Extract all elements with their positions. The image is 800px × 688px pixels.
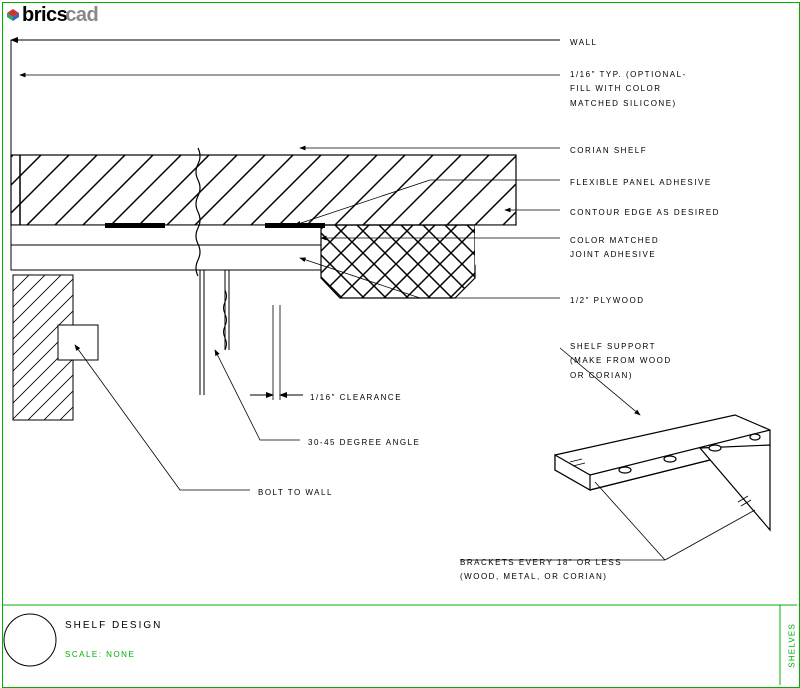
label-corian: CORIAN SHELF (570, 144, 647, 158)
label-wall: WALL (570, 36, 598, 50)
label-bolt: BOLT TO WALL (258, 486, 333, 500)
label-gap: 1/16" TYP. (OPTIONAL- FILL WITH COLOR MA… (570, 68, 687, 111)
label-angle: 30-45 DEGREE ANGLE (308, 436, 420, 450)
side-label: SHELVES (788, 623, 797, 668)
drawing-title: SHELF DESIGN (65, 620, 162, 631)
label-brackets: BRACKETS EVERY 18" OR LESS (WOOD, METAL,… (460, 556, 622, 585)
drawing-scale: SCALE: NONE (65, 650, 135, 659)
label-plywood: 1/2" PLYWOOD (570, 294, 644, 308)
label-clearance: 1/16" CLEARANCE (310, 391, 402, 405)
label-joint: COLOR MATCHED JOINT ADHESIVE (570, 234, 659, 263)
label-adhesive: FLEXIBLE PANEL ADHESIVE (570, 176, 712, 190)
label-support: SHELF SUPPORT (MAKE FROM WOOD OR CORIAN) (570, 340, 672, 383)
label-contour: CONTOUR EDGE AS DESIRED (570, 206, 720, 220)
